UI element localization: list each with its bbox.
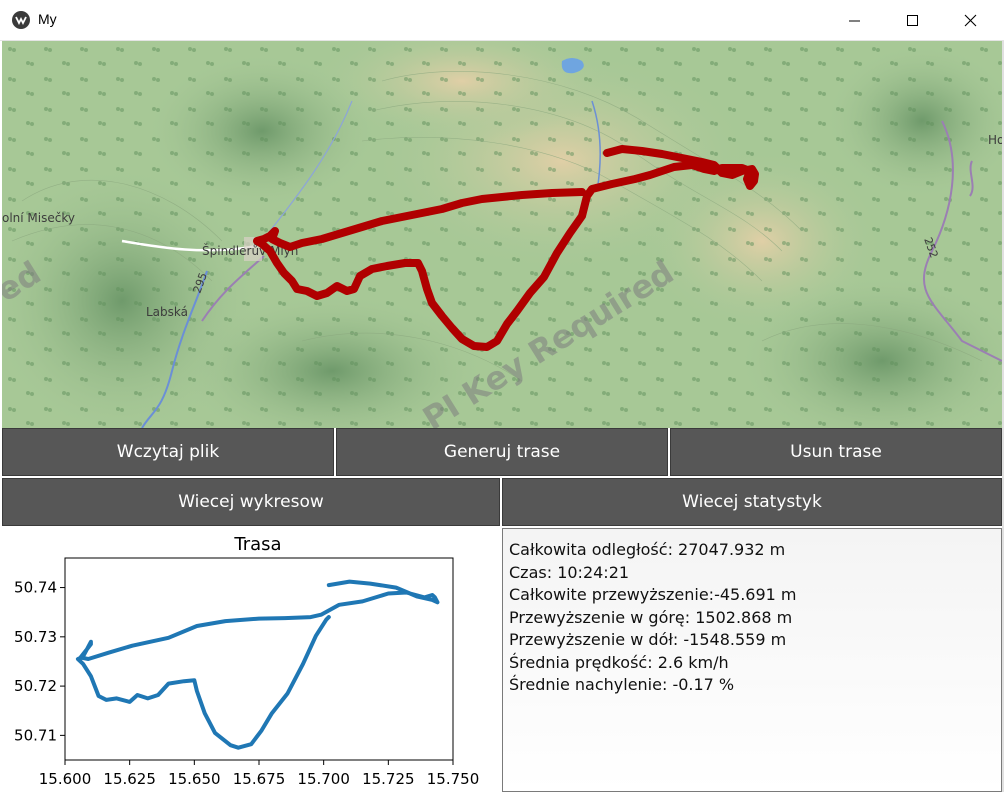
stat-total-elevation: Całkowite przewyższenie:-45.691 m bbox=[509, 585, 797, 604]
map-view[interactable]: Špindlerův Mlýn Labská olní Misečky Ho 2… bbox=[2, 41, 1002, 428]
stat-total-distance: Całkowita odległość: 27047.932 m bbox=[509, 540, 786, 559]
stat-average-speed: Średnia prędkość: 2.6 km/h bbox=[509, 652, 729, 672]
generate-route-button[interactable]: Generuj trase bbox=[336, 428, 668, 476]
x-tick-label: 15.675 bbox=[233, 770, 286, 788]
remove-route-button[interactable]: Usun trase bbox=[670, 428, 1002, 476]
x-tick-label: 15.600 bbox=[39, 770, 92, 788]
map-label-edge-ho: Ho bbox=[988, 133, 1002, 147]
route-chart: Trasa 15.600 15.625 15.650 15.675 15.700 15.7… bbox=[14, 534, 480, 788]
maximize-icon bbox=[907, 15, 918, 26]
minimize-button[interactable] bbox=[826, 0, 884, 41]
y-tick-label: 50.74 bbox=[14, 579, 57, 597]
close-icon bbox=[964, 14, 977, 27]
stat-time: Czas: 10:24:21 bbox=[509, 562, 630, 582]
stat-elevation-up: Przewyższenie w górę: 1502.868 m bbox=[509, 607, 793, 627]
y-tick-label: 50.72 bbox=[14, 677, 57, 695]
stat-average-slope: Średnie nachylenie: -0.17 % bbox=[509, 675, 735, 694]
x-tick-label: 15.625 bbox=[103, 770, 156, 788]
map-label-misecky: olní Misečky bbox=[2, 211, 75, 225]
maximize-button[interactable] bbox=[884, 0, 942, 41]
title-bar: My bbox=[0, 0, 1004, 41]
stat-elevation-down: Przewyższenie w dół: -1548.559 m bbox=[509, 630, 787, 649]
x-tick-label: 15.650 bbox=[168, 770, 221, 788]
close-button[interactable] bbox=[942, 0, 1000, 41]
window-title: My bbox=[38, 11, 57, 27]
map-label-labska: Labská bbox=[146, 305, 188, 319]
minimize-icon bbox=[849, 20, 860, 22]
x-tick-label: 15.725 bbox=[362, 770, 415, 788]
x-tick-label: 15.750 bbox=[427, 770, 480, 788]
load-file-button[interactable]: Wczytaj plik bbox=[2, 428, 334, 476]
chart-title: Trasa bbox=[233, 534, 281, 555]
route-plot: Trasa 15.600 15.625 15.650 15.675 15.700 15.7… bbox=[2, 528, 500, 792]
x-tick-label: 15.700 bbox=[297, 770, 350, 788]
app-icon bbox=[12, 11, 30, 29]
stats-panel: Całkowita odległość: 27047.932 m Czas: 1… bbox=[502, 528, 1002, 792]
y-tick-label: 50.73 bbox=[14, 628, 57, 646]
y-tick-label: 50.71 bbox=[14, 726, 57, 744]
more-charts-button[interactable]: Wiecej wykresow bbox=[2, 478, 500, 526]
more-stats-button[interactable]: Wiecej statystyk bbox=[502, 478, 1002, 526]
